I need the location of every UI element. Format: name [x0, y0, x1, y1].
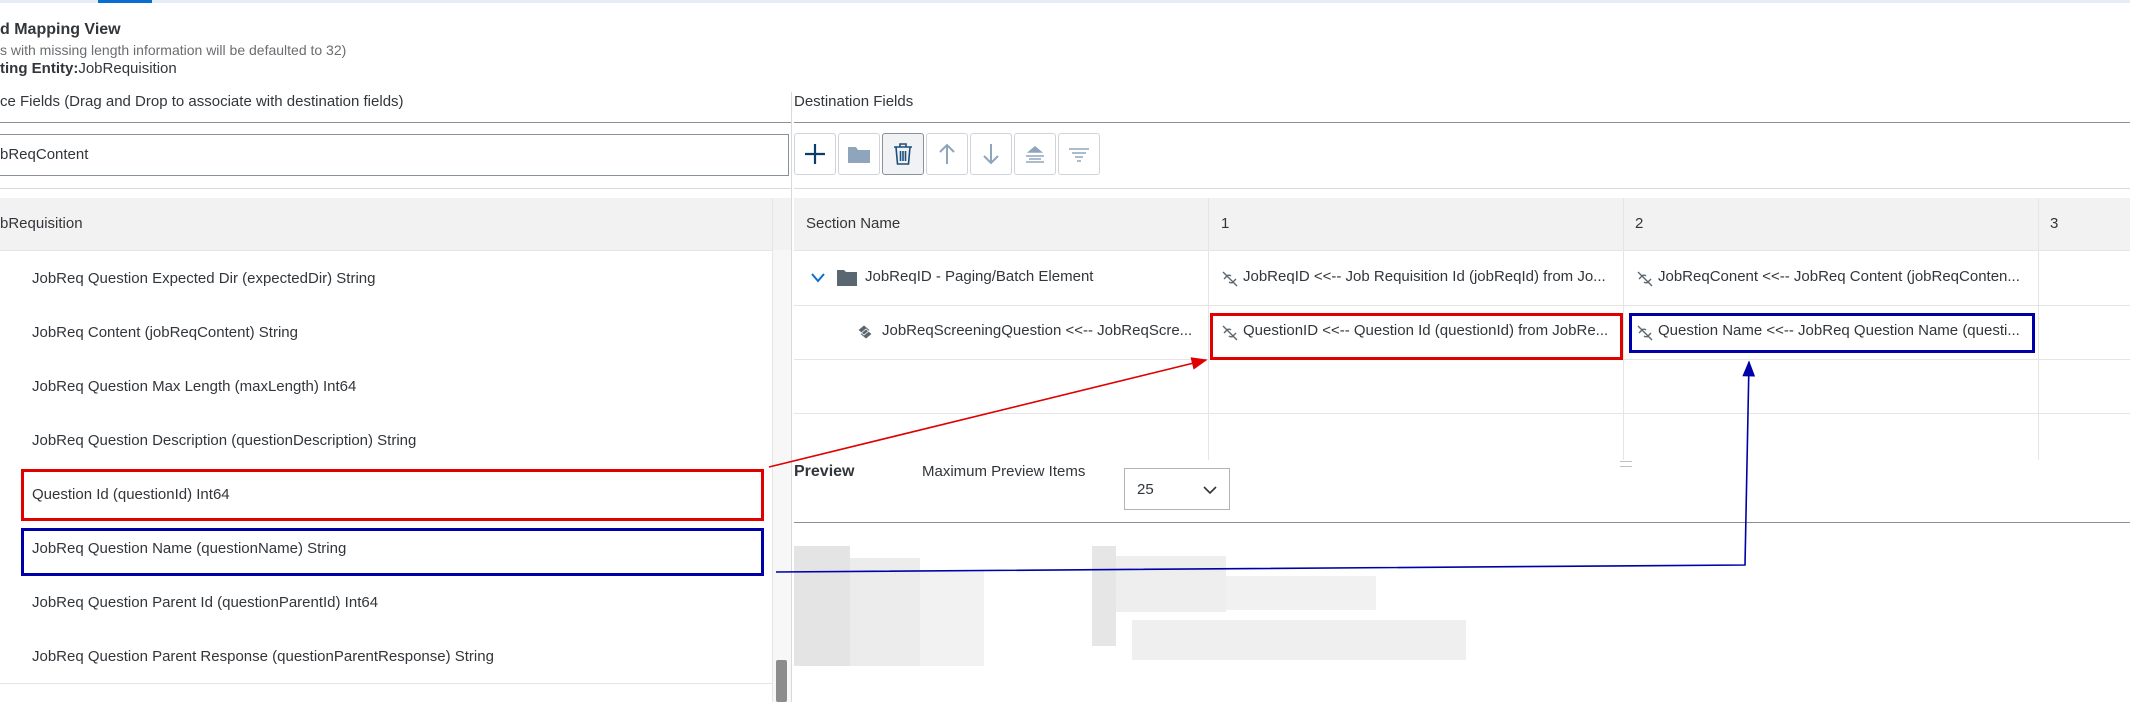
repeat-element-icon — [857, 324, 873, 340]
destination-row-empty[interactable] — [794, 359, 2130, 414]
divider — [0, 122, 792, 123]
chevron-down-icon — [1203, 486, 1217, 495]
starting-entity: ting Entity:JobRequisition — [0, 60, 177, 77]
source-entity-name: bRequisition — [0, 215, 83, 232]
max-preview-items-label: Maximum Preview Items — [922, 463, 1086, 480]
preview-placeholder-column-2 — [1092, 546, 1466, 666]
section-name: JobReqID - Paging/Batch Element — [865, 268, 1094, 285]
section-cell[interactable]: JobReqScreeningQuestion <<-- JobReqScre.… — [794, 305, 1208, 359]
active-tab-indicator — [98, 0, 152, 3]
source-field-row[interactable]: JobReq Content (jobReqContent) String — [0, 305, 772, 360]
source-tree-scrollbar[interactable] — [772, 198, 791, 702]
starting-entity-label: ting Entity: — [0, 60, 79, 77]
mapping-text: JobReqConent <<-- JobReq Content (jobReq… — [1658, 268, 2020, 285]
collapse-all-icon — [1026, 146, 1044, 163]
starting-entity-value: JobRequisition — [78, 60, 177, 77]
delete-button[interactable] — [882, 133, 924, 175]
divider — [0, 188, 792, 189]
preview-title: Preview — [794, 463, 855, 480]
source-search-input[interactable] — [0, 134, 789, 176]
move-up-button[interactable] — [926, 133, 968, 175]
mapping-text: JobReqID <<-- Job Requisition Id (jobReq… — [1243, 268, 1606, 285]
source-highlight-blue — [21, 528, 764, 576]
source-field-row[interactable]: JobReq Question Parent Id (questionParen… — [0, 575, 772, 630]
destination-highlight-blue — [1629, 313, 2035, 353]
chevron-down-icon[interactable] — [810, 272, 826, 284]
scrollbar-header-cap — [773, 198, 791, 250]
source-field-label: JobReq Question Max Length (maxLength) I… — [32, 378, 357, 395]
section-cell[interactable]: JobReqID - Paging/Batch Element — [794, 251, 1208, 305]
add-folder-button[interactable] — [838, 133, 880, 175]
mapping-cell[interactable]: JobReqConent <<-- JobReq Content (jobReq… — [1624, 251, 2036, 305]
column-header-section-name[interactable]: Section Name — [806, 215, 900, 232]
source-field-label: JobReq Question Expected Dir (expectedDi… — [32, 270, 376, 287]
destination-grid-header: Section Name 1 2 3 — [794, 198, 2130, 251]
scrollbar-thumb[interactable] — [776, 660, 787, 702]
source-field-label: JobReq Question Parent Id (questionParen… — [32, 594, 379, 611]
source-field-label: JobReq Question Description (questionDes… — [32, 432, 417, 449]
mapping-cell[interactable]: JobReqID <<-- Job Requisition Id (jobReq… — [1209, 251, 1621, 305]
add-button[interactable] — [794, 133, 836, 175]
section-name: JobReqScreeningQuestion <<-- JobReqScre.… — [882, 322, 1193, 339]
source-field-row[interactable]: JobReq Question Parent Response (questio… — [0, 629, 772, 684]
folder-icon — [837, 270, 857, 286]
divider — [794, 522, 2130, 523]
top-accent-bar — [0, 0, 2130, 3]
destination-highlight-red — [1210, 313, 1623, 360]
collapse-all-button[interactable] — [1014, 133, 1056, 175]
destination-toolbar — [794, 133, 1102, 177]
source-fields-label: ce Fields (Drag and Drop to associate wi… — [0, 93, 404, 110]
source-field-label: JobReq Content (jobReqContent) String — [32, 324, 298, 341]
expand-all-button[interactable] — [1058, 133, 1100, 175]
expand-all-icon — [1069, 148, 1089, 162]
arrow-down-icon — [983, 144, 999, 165]
pane-splitter[interactable] — [791, 92, 792, 702]
source-field-row[interactable]: JobReq Question Description (questionDes… — [0, 413, 772, 468]
destination-row[interactable]: JobReqID - Paging/Batch Element JobReqID… — [794, 251, 2130, 306]
resize-handle[interactable] — [1620, 461, 1632, 467]
divider — [794, 122, 2130, 123]
page-title: d Mapping View — [0, 21, 121, 38]
max-preview-items-select[interactable]: 25 — [1124, 468, 1230, 510]
trash-icon — [894, 143, 912, 165]
column-header-3[interactable]: 3 — [2050, 215, 2058, 232]
column-header-1[interactable]: 1 — [1221, 215, 1229, 232]
source-field-label: JobReq Question Parent Response (questio… — [32, 648, 494, 665]
column-header-2[interactable]: 2 — [1635, 215, 1643, 232]
source-field-row[interactable]: JobReq Question Expected Dir (expectedDi… — [0, 251, 772, 306]
folder-icon — [848, 147, 870, 163]
destination-fields-label: Destination Fields — [794, 93, 914, 110]
divider — [794, 188, 2130, 189]
destination-row-empty[interactable] — [794, 413, 2130, 467]
plus-icon — [805, 144, 825, 164]
move-down-button[interactable] — [970, 133, 1012, 175]
arrow-up-icon — [939, 143, 955, 164]
source-tree-header: bRequisition — [0, 198, 772, 251]
source-field-row[interactable]: JobReq Question Max Length (maxLength) I… — [0, 359, 772, 414]
source-highlight-red — [21, 469, 764, 521]
preview-placeholder-column-1 — [794, 546, 984, 666]
max-preview-items-value: 25 — [1137, 481, 1154, 498]
unlink-icon — [1222, 271, 1238, 287]
unlink-icon — [1637, 271, 1653, 287]
length-default-note: s with missing length information will b… — [0, 42, 347, 58]
